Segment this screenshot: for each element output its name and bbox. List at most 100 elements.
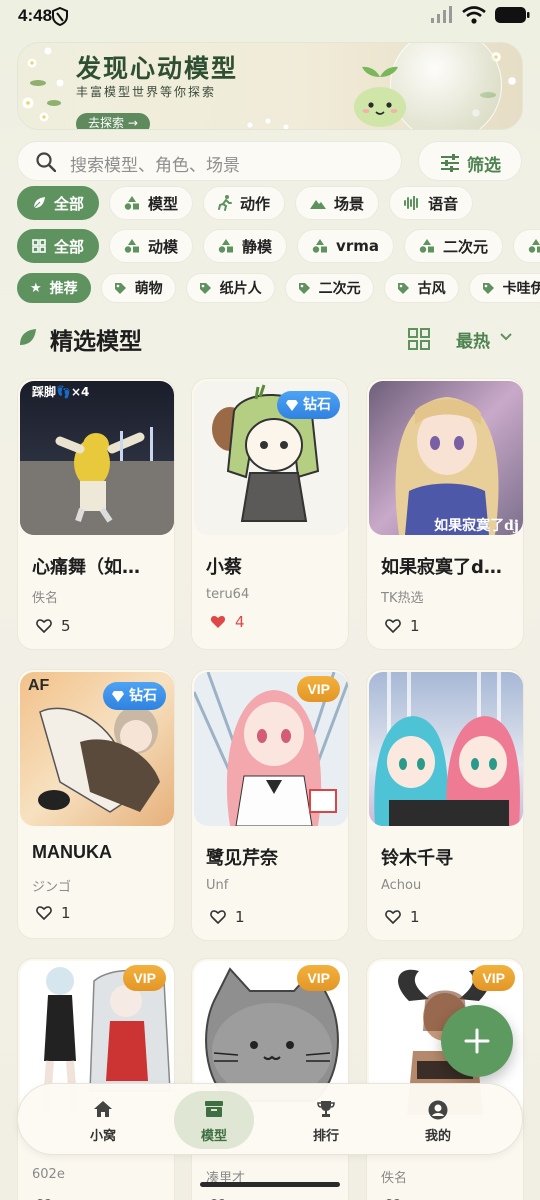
model-card[interactable]: VIP 602e 1 (17, 958, 175, 1200)
chevron-down-icon[interactable] (499, 332, 513, 342)
promo-banner[interactable]: 发现心动模型 丰富模型世界等你探索 去探索 → (17, 42, 523, 130)
card-title: 小蔡 (206, 557, 242, 578)
status-icons (430, 6, 530, 24)
like-button[interactable]: 5 (36, 617, 71, 635)
tag-icon (199, 282, 211, 294)
shapes-icon (124, 239, 140, 253)
model-card[interactable]: 踩脚👣×4 心痛舞（如… 佚名 5 (17, 378, 175, 650)
like-count: 1 (61, 904, 71, 922)
home-indicator (200, 1182, 340, 1187)
model-card[interactable]: 铃木千寻 Achou 1 (366, 669, 524, 941)
search-placeholder: 搜索模型、角色、场景 (70, 156, 240, 176)
like-count: 1 (410, 908, 420, 926)
heart-outline-icon (210, 910, 226, 924)
diamond-badge: 钻石 (277, 391, 340, 419)
chip-format-all[interactable]: 全部 (17, 229, 100, 263)
sort-dropdown[interactable]: 最热 (456, 327, 490, 352)
card-author: 佚名 (32, 591, 59, 606)
chip-type-model[interactable]: 模型 (109, 186, 194, 220)
bottom-nav: 小窝 模型 排行 我的 (17, 1083, 523, 1155)
tag-icon (482, 282, 494, 294)
shapes-icon (124, 196, 140, 210)
chip-format-vrma[interactable]: vrma (297, 229, 394, 263)
vip-badge: VIP (123, 965, 166, 991)
sliders-icon (441, 154, 459, 172)
tag-chip-row: ★ 推荐 萌物 纸片人 二次元 古风 卡哇伊 (17, 273, 540, 303)
tag-icon (114, 282, 126, 294)
chip-tag-kawaii[interactable]: 卡哇伊 (468, 273, 540, 303)
model-card[interactable]: VIP 鹭见芹奈 Unf 1 (191, 669, 349, 941)
add-button[interactable] (441, 1005, 513, 1077)
format-chip-row: 全部 动模 静模 vrma 二次元 (17, 229, 540, 263)
search-input[interactable]: 搜索模型、角色、场景 (17, 141, 402, 181)
filter-label: 筛选 (467, 156, 501, 176)
chip-type-motion[interactable]: 动作 (203, 186, 286, 220)
heart-outline-icon (36, 619, 52, 633)
battery-icon (495, 7, 530, 23)
card-title: 铃木千寻 (381, 848, 453, 869)
card-author: 佚名 (381, 1171, 408, 1186)
like-button[interactable]: 4 (210, 613, 245, 631)
vip-badge: VIP (472, 965, 515, 991)
nav-item-profile[interactable]: 我的 (398, 1091, 478, 1149)
user-icon (428, 1100, 448, 1120)
banner-subtitle: 丰富模型世界等你探索 (76, 85, 217, 99)
card-author: ジンゴ (32, 880, 72, 895)
model-card[interactable]: AF 钻石 MANUKA ジンゴ 1 (17, 669, 175, 939)
chip-tag-ancient[interactable]: 古风 (383, 273, 459, 303)
sprout-mascot (354, 66, 406, 127)
chip-type-scene[interactable]: 场景 (295, 186, 380, 220)
nav-item-home[interactable]: 小窝 (63, 1091, 143, 1149)
model-card[interactable]: 钻石 小蔡 teru64 4 (191, 378, 349, 650)
chip-tag-recommended[interactable]: ★ 推荐 (17, 273, 91, 303)
explore-button[interactable]: 去探索 → (76, 113, 150, 129)
model-card[interactable]: VIP 佚名 1 (366, 958, 524, 1200)
chip-format-animated[interactable]: 动模 (109, 229, 194, 263)
mountain-icon (310, 200, 327, 209)
like-button[interactable]: 1 (210, 908, 245, 926)
chip-tag-anime[interactable]: 二次元 (284, 273, 374, 303)
leaf-icon (33, 197, 45, 209)
chip-format-anime[interactable]: 二次元 (403, 229, 503, 263)
heart-filled-icon (210, 616, 226, 628)
card-author: TK热选 (381, 591, 424, 606)
diamond-icon (112, 690, 124, 702)
like-count: 4 (235, 613, 245, 631)
nav-item-models[interactable]: 模型 (174, 1091, 254, 1149)
chip-format-more[interactable] (513, 229, 540, 263)
diamond-icon (286, 399, 298, 411)
card-author: Unf (206, 878, 229, 893)
filter-button[interactable]: 筛选 (418, 141, 522, 181)
vip-badge: VIP (297, 676, 340, 702)
two-girls-image (374, 672, 520, 826)
shapes-icon (312, 239, 328, 253)
card-title: MANUKA (32, 842, 112, 862)
chip-format-static[interactable]: 静模 (203, 229, 288, 263)
model-card[interactable]: 如果寂寞了dj 如果寂寞了d… TK热选 1 (366, 378, 524, 650)
banner-title: 发现心动模型 (76, 54, 239, 83)
tag-icon (397, 282, 409, 294)
running-icon (218, 195, 233, 211)
wifi-icon (462, 6, 486, 24)
chip-tag-paper[interactable]: 纸片人 (185, 273, 275, 303)
chip-type-voice[interactable]: 语音 (389, 186, 474, 220)
chip-type-all[interactable]: 全部 (17, 186, 100, 220)
card-title: 如果寂寞了d… (381, 557, 502, 578)
chip-tag-cute[interactable]: 萌物 (100, 273, 176, 303)
like-button[interactable]: 1 (36, 904, 71, 922)
vip-badge: VIP (297, 965, 340, 991)
card-overlay-text: 踩脚👣×4 (32, 385, 90, 399)
like-button[interactable]: 1 (385, 908, 420, 926)
nav-item-ranking[interactable]: 排行 (286, 1091, 366, 1149)
status-bar: 4:48 (0, 0, 540, 34)
search-icon (36, 152, 56, 172)
model-card[interactable]: VIP 凑里才 1 (191, 958, 349, 1200)
model-thumbnail (369, 672, 523, 826)
grid-icon (32, 239, 46, 253)
card-title: 鹭见芹奈 (206, 848, 278, 869)
shapes-icon (218, 239, 234, 253)
like-button[interactable]: 1 (385, 617, 420, 635)
grid-view-icon[interactable] (408, 328, 430, 350)
box-icon (205, 1101, 223, 1117)
signal-icon (431, 6, 452, 23)
